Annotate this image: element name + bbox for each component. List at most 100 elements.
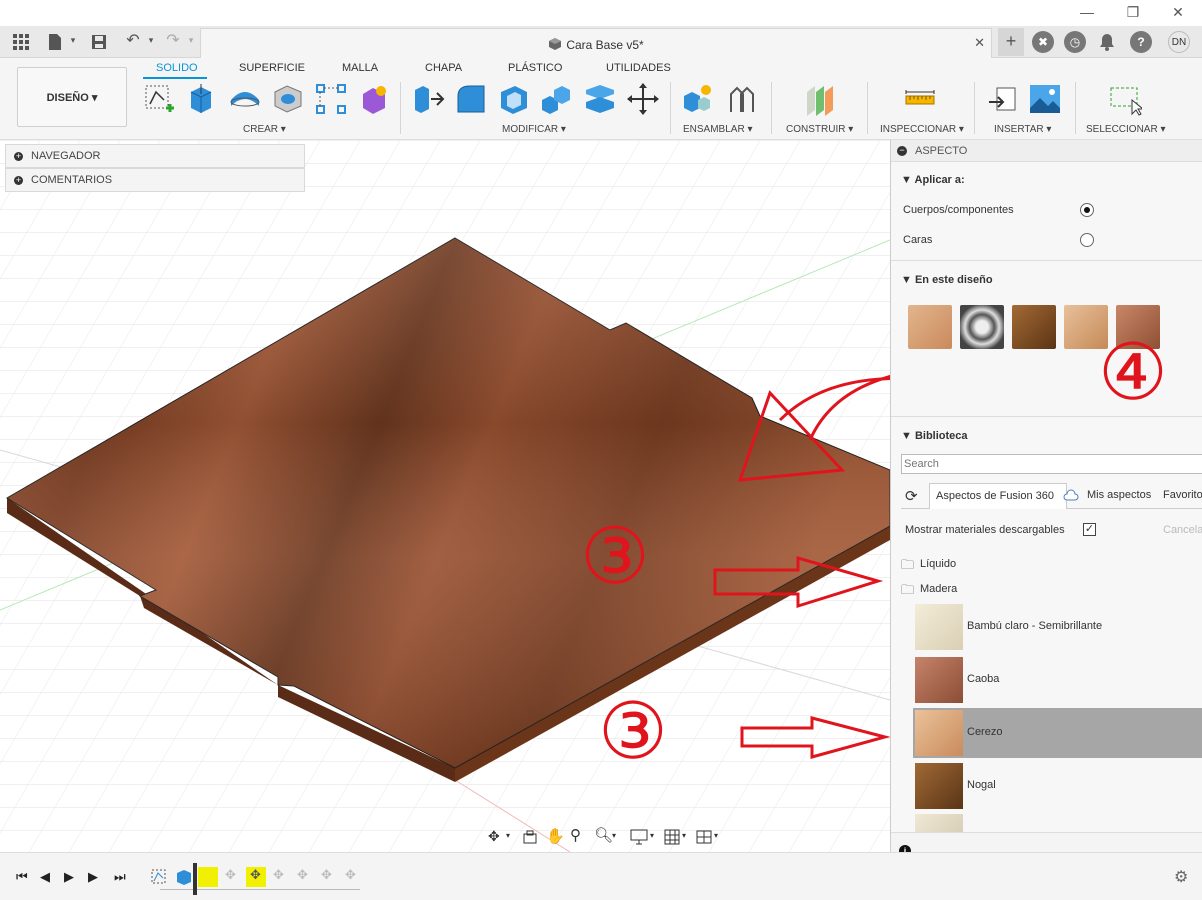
tab-favorites[interactable]: Favoritos: [1163, 489, 1202, 501]
timeline-move-icon[interactable]: ✥: [345, 867, 356, 883]
create-sketch-icon[interactable]: [142, 82, 176, 116]
library-search-input[interactable]: [901, 454, 1202, 474]
in-design-section[interactable]: ▼ En este diseño: [901, 274, 993, 286]
workspace-switcher[interactable]: DISEÑO ▾: [17, 67, 127, 127]
fit-icon[interactable]: 🔍︎: [594, 826, 613, 844]
timeline-feature-highlight[interactable]: [198, 867, 218, 887]
pattern-icon[interactable]: [314, 82, 348, 116]
new-component-icon[interactable]: [682, 82, 716, 116]
close-window-button[interactable]: ✕: [1168, 4, 1188, 22]
tab-solido[interactable]: SOLIDO: [156, 62, 198, 74]
group-modificar[interactable]: MODIFICAR ▾: [502, 124, 566, 135]
timeline-move-icon[interactable]: ✥: [297, 867, 308, 883]
folder-liquido[interactable]: Líquido: [920, 558, 956, 570]
design-swatch-walnut[interactable]: [1012, 305, 1056, 349]
radio-bodies[interactable]: [1080, 203, 1094, 217]
offset-plane-icon[interactable]: [803, 82, 837, 116]
minimize-button[interactable]: —: [1077, 4, 1097, 22]
timeline-move-icon[interactable]: ✥: [250, 867, 261, 883]
viewports-icon[interactable]: [696, 829, 712, 845]
orbit-icon[interactable]: ✥: [488, 828, 500, 845]
refresh-icon[interactable]: ⟳: [905, 487, 918, 505]
go-to-end-icon[interactable]: ⏭: [114, 869, 126, 885]
fit-dropdown-icon[interactable]: ▾: [612, 831, 616, 840]
library-section[interactable]: ▼ Biblioteca: [901, 430, 968, 442]
library-item-caoba[interactable]: Caoba: [913, 655, 1202, 705]
hole-icon[interactable]: [271, 82, 305, 116]
settings-gear-icon[interactable]: ⚙: [1174, 867, 1188, 887]
group-construir[interactable]: CONSTRUIR ▾: [786, 124, 853, 135]
viewports-dropdown-icon[interactable]: ▾: [714, 831, 718, 840]
tab-chapa[interactable]: CHAPA: [425, 62, 462, 74]
extensions-icon[interactable]: ✖: [1032, 31, 1054, 53]
fillet-icon[interactable]: [454, 82, 488, 116]
insert-canvas-icon[interactable]: [1028, 82, 1062, 116]
maximize-button[interactable]: ❐: [1123, 4, 1143, 22]
tab-utilidades[interactable]: UTILIDADES: [606, 62, 671, 74]
go-to-start-icon[interactable]: ⏮: [16, 869, 28, 885]
shell-icon[interactable]: [497, 82, 531, 116]
play-icon[interactable]: ▶: [64, 869, 74, 885]
design-swatch-cherry[interactable]: [908, 305, 952, 349]
radio-faces[interactable]: [1080, 233, 1094, 247]
measure-icon[interactable]: [903, 82, 937, 116]
navigator-panel[interactable]: + NAVEGADOR: [5, 144, 305, 168]
press-pull-icon[interactable]: [411, 82, 445, 116]
combine-icon[interactable]: [540, 82, 574, 116]
document-tab[interactable]: Cara Base v5* ✕: [200, 28, 992, 58]
model-canvas[interactable]: [0, 140, 890, 852]
grid-dropdown-icon[interactable]: ▾: [682, 831, 686, 840]
display-settings-icon[interactable]: [630, 829, 648, 845]
timeline-marker[interactable]: [193, 863, 197, 895]
step-back-icon[interactable]: ◀: [40, 869, 50, 885]
show-downloadable-checkbox[interactable]: ✓: [1083, 523, 1096, 536]
undo-dropdown-icon[interactable]: ▾: [142, 35, 160, 53]
joint-icon[interactable]: [725, 82, 759, 116]
step-forward-icon[interactable]: ▶: [88, 869, 98, 885]
tab-fusion-appearances[interactable]: Aspectos de Fusion 360: [929, 483, 1067, 509]
app-grid-icon[interactable]: [12, 33, 30, 51]
group-insertar[interactable]: INSERTAR ▾: [994, 124, 1051, 135]
grid-settings-icon[interactable]: [664, 829, 680, 845]
job-status-icon[interactable]: ◷: [1064, 31, 1086, 53]
timeline-move-icon[interactable]: ✥: [225, 867, 236, 883]
redo-dropdown-icon[interactable]: ▾: [182, 35, 200, 53]
3d-viewport[interactable]: + NAVEGADOR + COMENTARIOS ③ ③ ✥ ▾ ✋ ⚲ 🔍︎ ▾…: [0, 140, 890, 852]
group-ensamblar[interactable]: ENSAMBLAR ▾: [683, 124, 752, 135]
save-icon[interactable]: [90, 33, 108, 51]
comments-panel[interactable]: + COMENTARIOS: [5, 168, 305, 192]
library-item-cerezo[interactable]: Cerezo: [913, 708, 1202, 758]
user-avatar[interactable]: DN: [1168, 31, 1190, 53]
folder-madera[interactable]: Madera: [920, 583, 957, 595]
insert-derive-icon[interactable]: [987, 82, 1021, 116]
group-seleccionar[interactable]: SELECCIONAR ▾: [1086, 124, 1165, 135]
form-icon[interactable]: [357, 82, 391, 116]
split-body-icon[interactable]: [583, 82, 617, 116]
help-icon[interactable]: ?: [1130, 31, 1152, 53]
look-at-icon[interactable]: [522, 829, 538, 845]
apply-to-section[interactable]: ▼ Aplicar a:: [901, 174, 965, 186]
design-swatch-chrome[interactable]: [960, 305, 1004, 349]
timeline-move-icon[interactable]: ✥: [321, 867, 332, 883]
undo-icon[interactable]: ↶: [124, 30, 142, 49]
file-icon[interactable]: [46, 33, 64, 51]
new-tab-button[interactable]: +: [998, 28, 1024, 56]
library-item-bambu[interactable]: Bambú claro - Semibrillante: [913, 602, 1202, 652]
orbit-dropdown-icon[interactable]: ▾: [506, 831, 510, 840]
timeline-extrude-icon[interactable]: [175, 868, 193, 886]
expand-plus-icon[interactable]: +: [14, 152, 23, 161]
extrude-icon[interactable]: [185, 82, 219, 116]
tab-superficie[interactable]: SUPERFICIE: [239, 62, 305, 74]
tab-plastico[interactable]: PLÁSTICO: [508, 62, 562, 74]
file-dropdown-icon[interactable]: ▾: [64, 35, 82, 53]
display-dropdown-icon[interactable]: ▾: [650, 831, 654, 840]
tab-my-appearances[interactable]: Mis aspectos: [1087, 489, 1151, 501]
pan-hand-icon[interactable]: ✋: [546, 827, 565, 845]
move-icon[interactable]: [626, 82, 660, 116]
zoom-icon[interactable]: ⚲: [570, 826, 581, 844]
tab-malla[interactable]: MALLA: [342, 62, 378, 74]
redo-icon[interactable]: ↷: [164, 30, 182, 49]
notifications-bell-icon[interactable]: [1099, 33, 1115, 51]
close-tab-icon[interactable]: ✕: [974, 35, 985, 51]
revolve-icon[interactable]: [228, 82, 262, 116]
